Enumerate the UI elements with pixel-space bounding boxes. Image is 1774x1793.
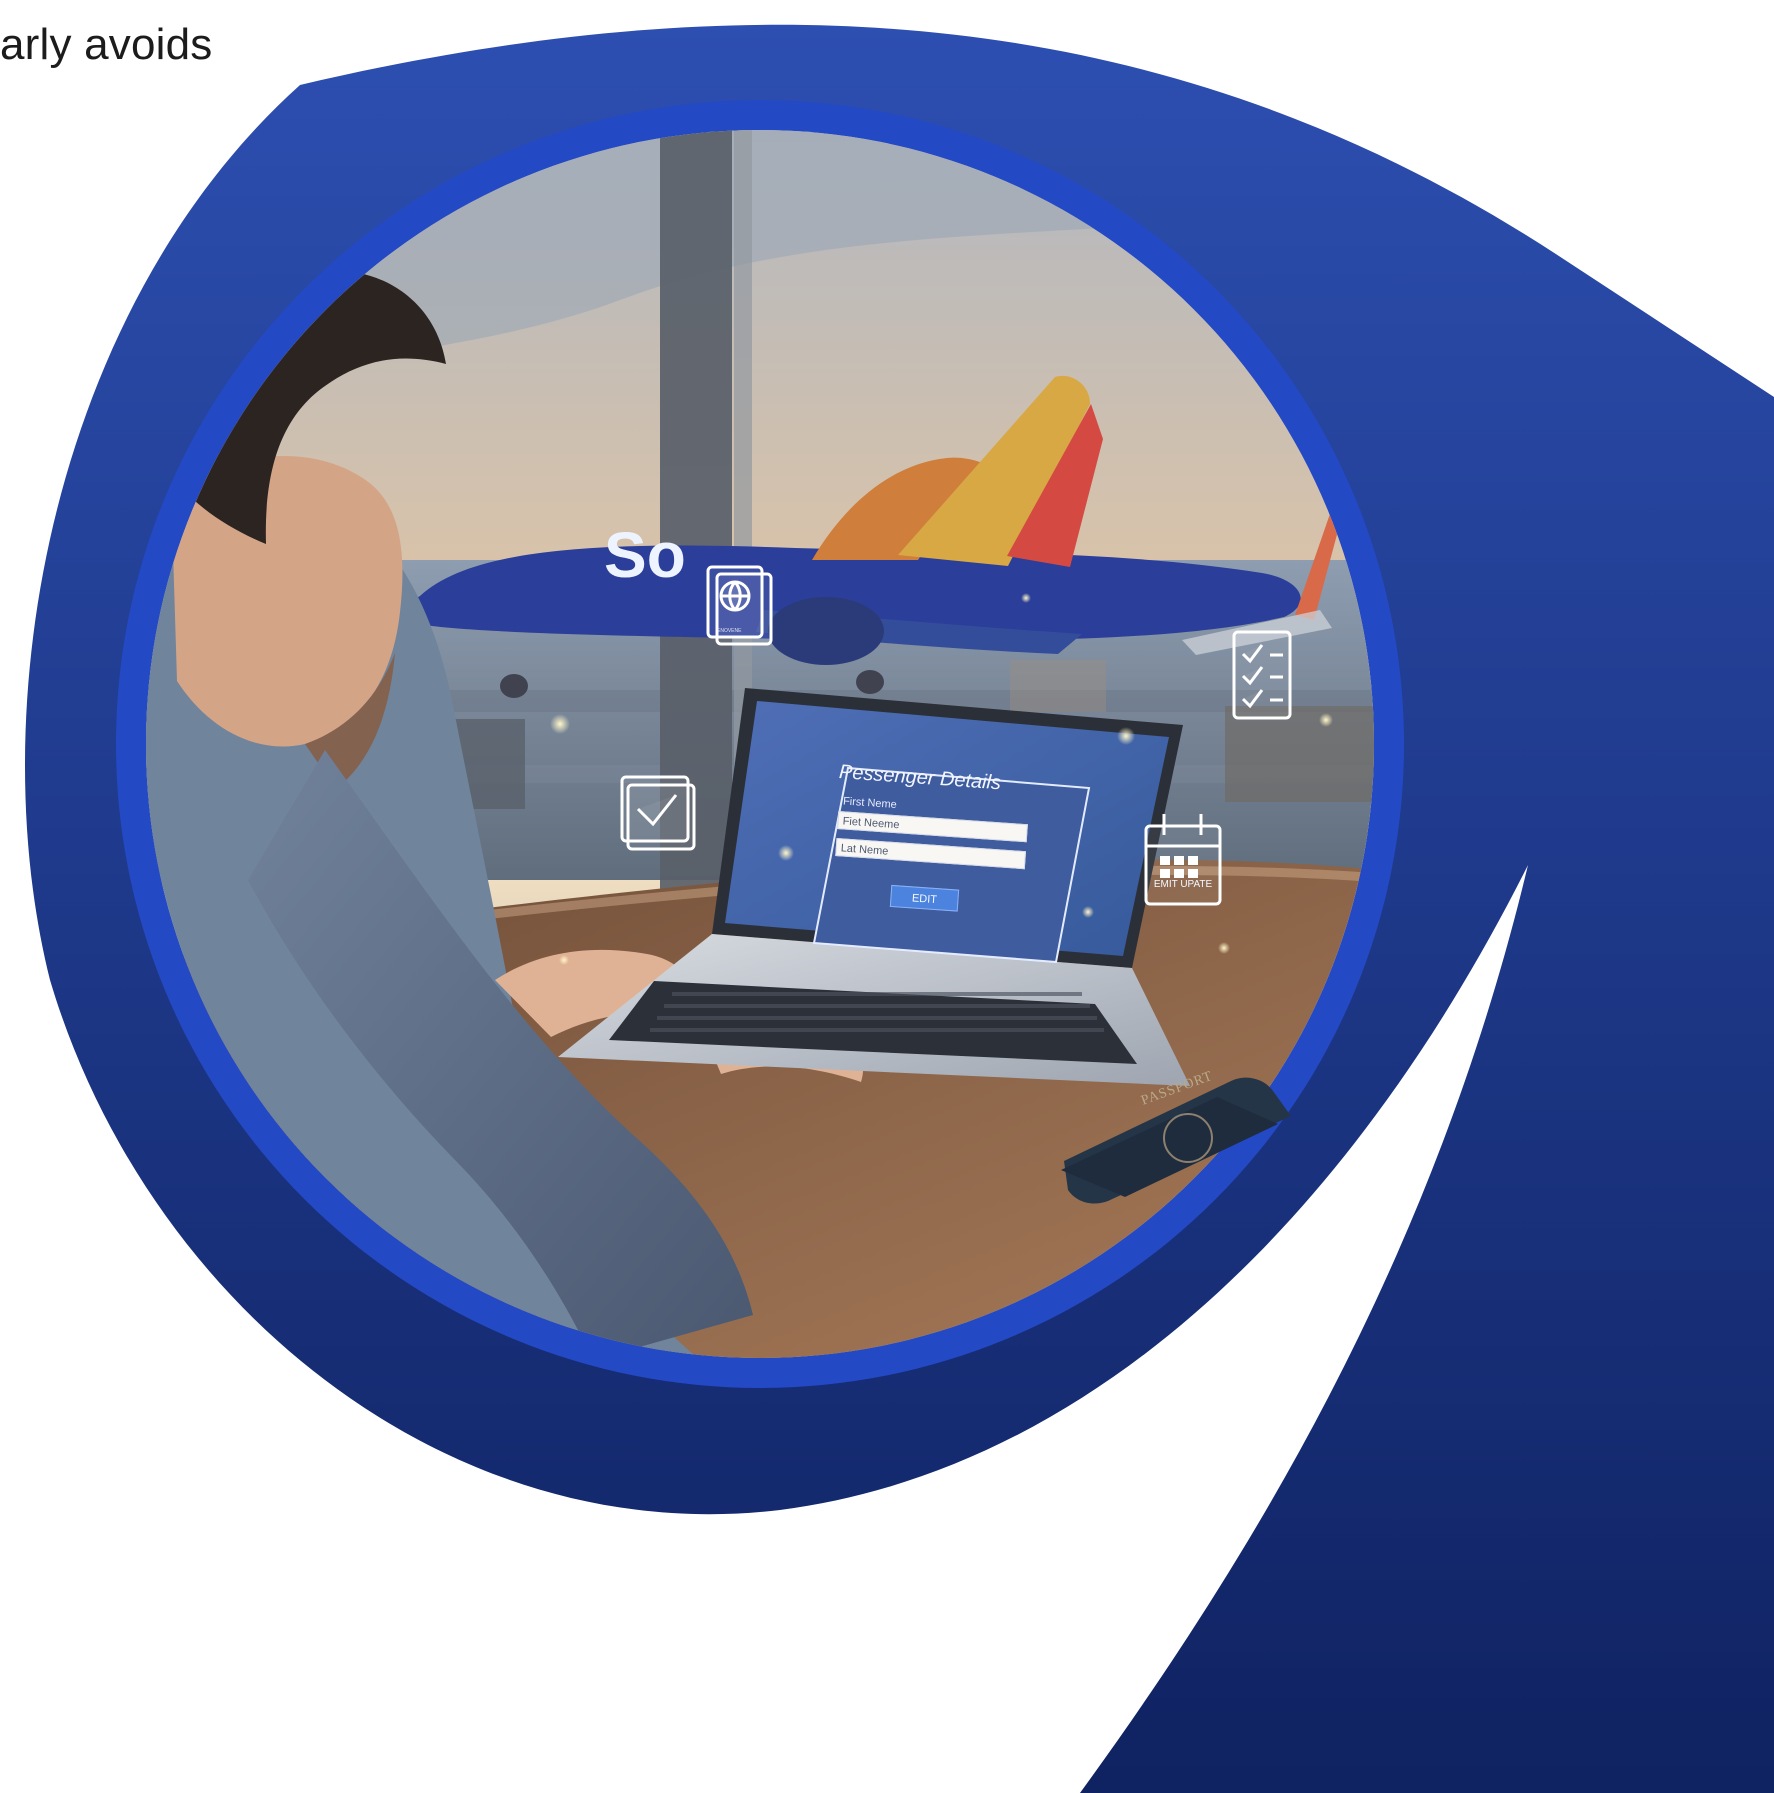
passport-icon-label: ENOVENE [717, 628, 742, 634]
floating-calendar-icon [1144, 814, 1222, 906]
floating-checkmark-icon [620, 775, 696, 851]
aircraft-livery-text: So [604, 519, 686, 591]
first-name-input: Fiet Neeme [837, 811, 1028, 843]
hero-artwork: arly avoids So Pessenger Details First N… [0, 0, 1774, 1793]
floating-checklist-icon [1232, 630, 1292, 720]
passenger-details-form: Pessenger Details First Neme Fiet Neeme … [814, 744, 1089, 954]
first-name-label: First Neme [842, 795, 898, 812]
last-name-input: Lat Neme [835, 837, 1027, 870]
calendar-icon-label: EMIT UPATE [1153, 879, 1213, 890]
form-title: Pessenger Details [838, 761, 1002, 795]
edit-button: EDIT [889, 884, 960, 912]
